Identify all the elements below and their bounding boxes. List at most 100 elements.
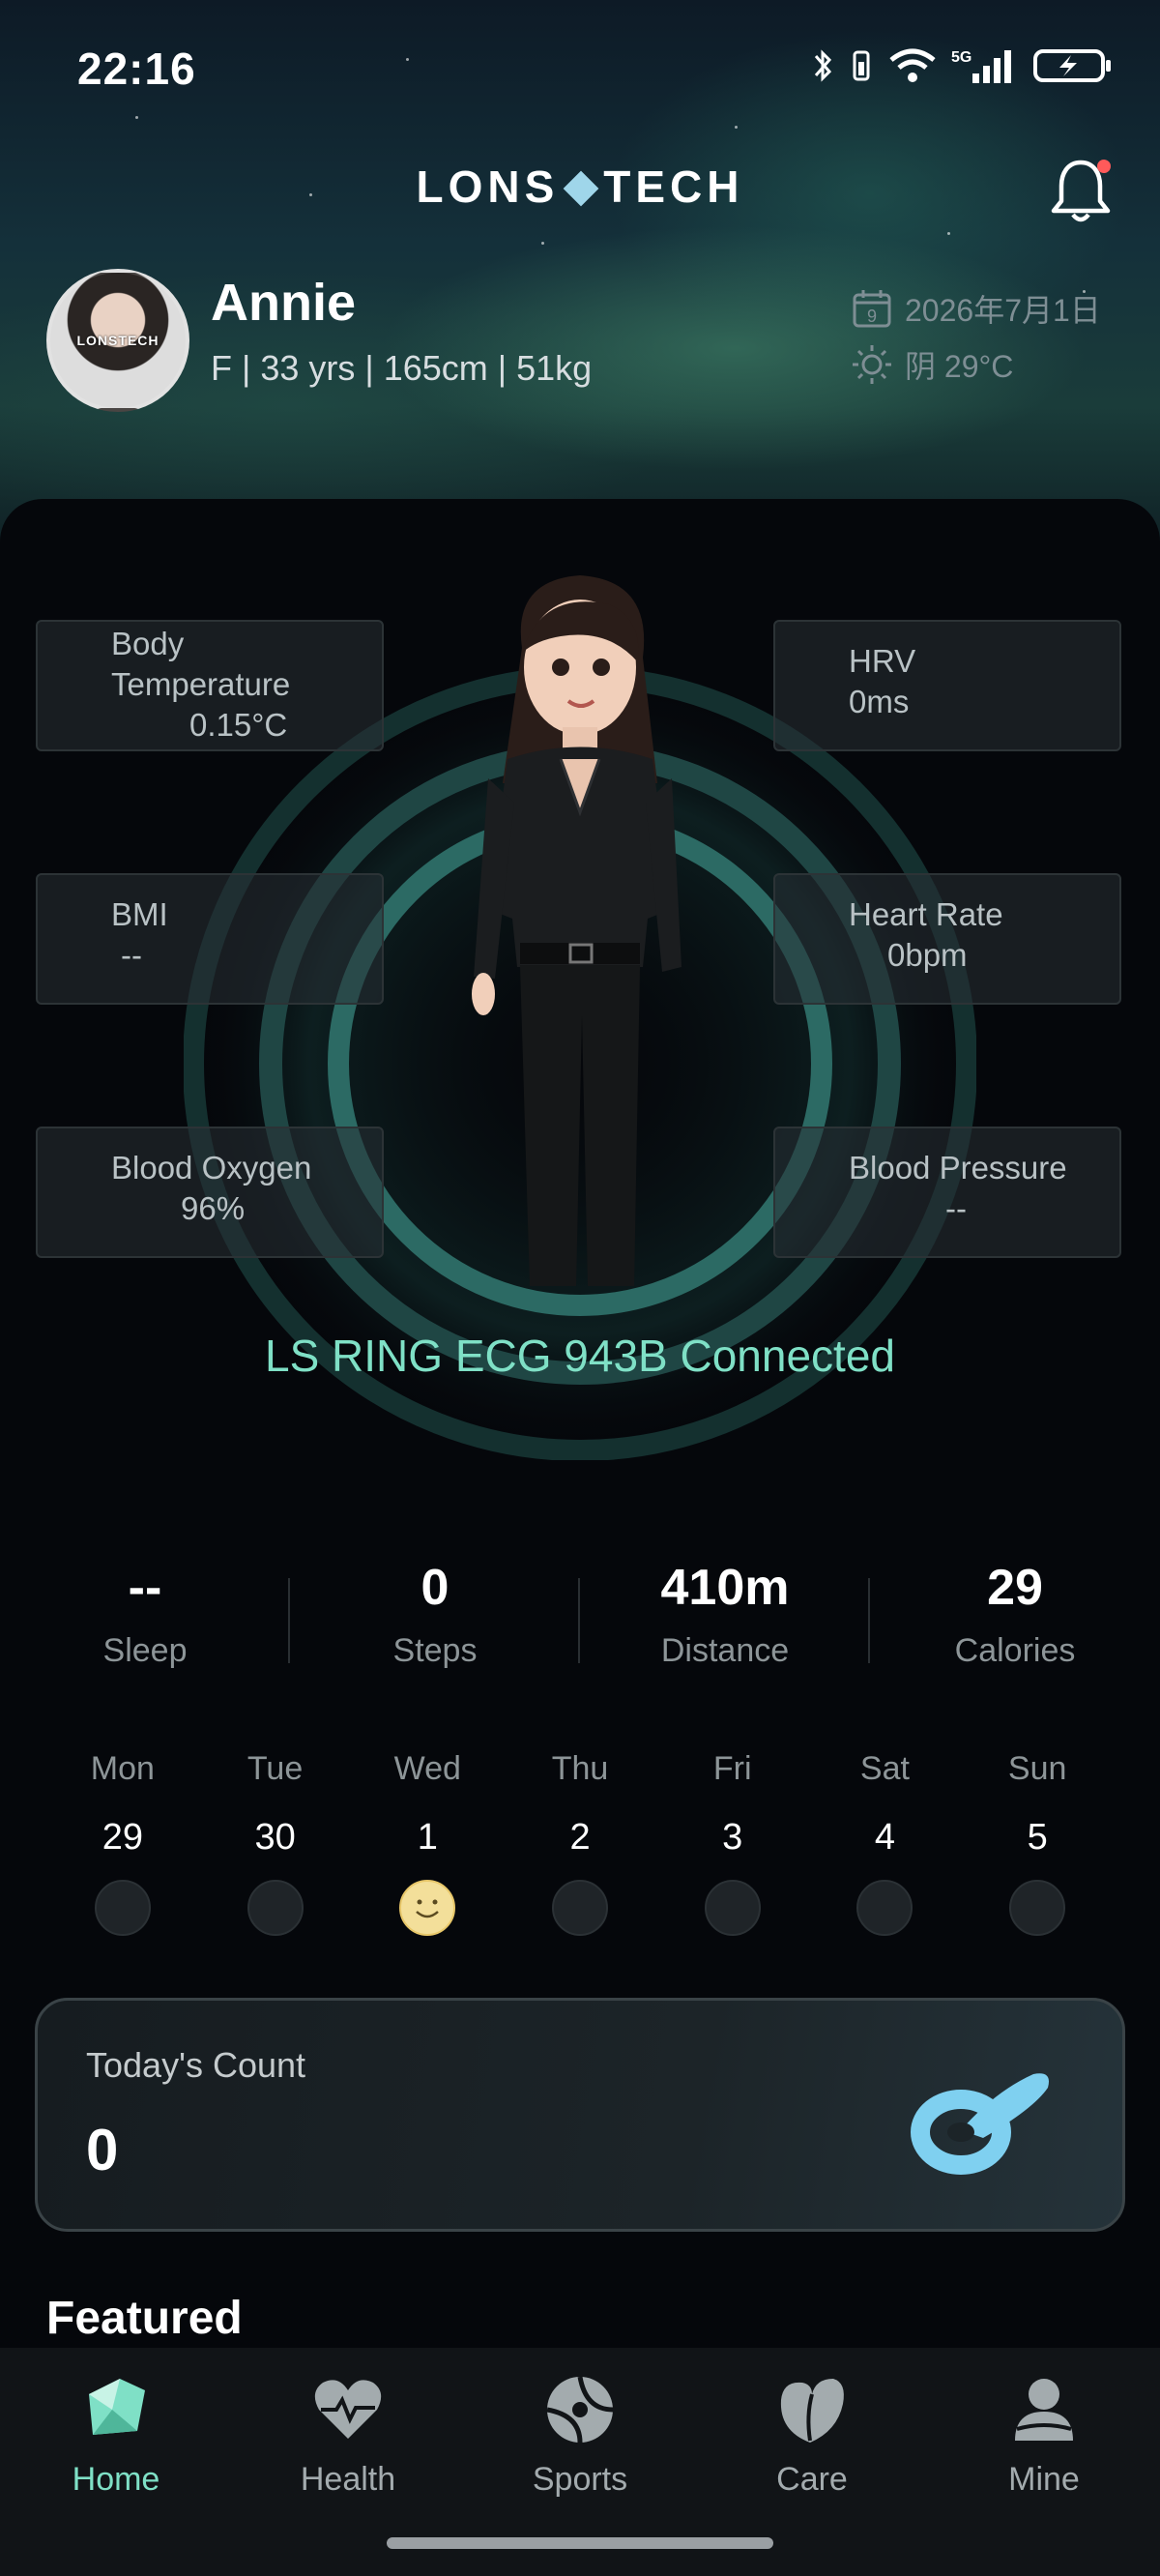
metric-value-body-temperature: 0.15°C	[189, 707, 288, 743]
stat-label: Calories	[954, 1632, 1076, 1669]
notification-button[interactable]	[1050, 155, 1112, 224]
day-status-dot	[704, 1880, 761, 1936]
sun-icon	[853, 345, 891, 384]
day-date: 4	[874, 1817, 896, 1858]
metric-label-heart-rate: Heart Rate	[849, 896, 1003, 932]
star	[406, 58, 409, 61]
user-info: F | 33 yrs | 165cm | 51kg	[211, 348, 593, 388]
day-name: Sun	[1007, 1750, 1067, 1787]
metric-value-heart-rate: 0bpm	[887, 937, 968, 973]
star	[135, 116, 138, 119]
featured-heading: Featured	[46, 2293, 243, 2344]
stat-label: Sleep	[102, 1632, 188, 1669]
avatar[interactable]: LONSTECH	[46, 269, 189, 412]
logo-text-right: TECH	[603, 161, 744, 212]
weather-row: 阴 29°C	[851, 342, 1013, 387]
tab-label: Sports	[532, 2461, 628, 2498]
day-status-dot	[856, 1880, 914, 1936]
metric-card-bmi[interactable]: BMI --	[36, 873, 384, 1005]
tab-mine[interactable]: Mine	[928, 2371, 1160, 2499]
ball-icon	[546, 2376, 614, 2444]
logo-diamond-icon	[563, 170, 599, 207]
vibrate-icon	[853, 50, 870, 81]
wifi-icon	[889, 48, 936, 82]
stat-value: 410m	[660, 1560, 790, 1616]
metric-value-hrv: 0ms	[849, 684, 910, 719]
day-date: 2	[569, 1817, 591, 1858]
tab-label: Mine	[1008, 2461, 1080, 2498]
svg-text:5G: 5G	[951, 49, 972, 66]
tab-label: Care	[776, 2461, 848, 2498]
day-fri[interactable]: Fri 3	[656, 1750, 809, 1936]
battery-charging-icon	[1033, 49, 1111, 82]
character-avatar-figure	[472, 575, 682, 1286]
todays-count-card[interactable]: Today's Count 0	[35, 1998, 1125, 2232]
weather-text: 阴 29°C	[905, 349, 1014, 384]
day-status-dot	[246, 1880, 304, 1936]
stat-distance[interactable]: 410m Distance	[580, 1559, 870, 1670]
day-name: Sat	[859, 1750, 910, 1787]
day-date: 3	[722, 1817, 743, 1858]
metric-card-blood-pressure[interactable]: Blood Pressure --	[773, 1127, 1121, 1258]
date-text: 2026年7月1日	[905, 293, 1101, 328]
avatar-label: LONSTECH	[76, 333, 160, 348]
day-sun[interactable]: Sun 5	[961, 1750, 1114, 1936]
notification-dot	[1097, 160, 1111, 173]
tab-care[interactable]: Care	[696, 2371, 928, 2499]
metric-card-heart-rate[interactable]: Heart Rate 0bpm	[773, 873, 1121, 1005]
home-gem-icon	[89, 2379, 145, 2435]
stat-label: Distance	[660, 1632, 790, 1669]
logo-text-left: LONS	[416, 161, 560, 212]
day-name: Wed	[393, 1750, 461, 1787]
status-time: 22:16	[77, 44, 196, 94]
day-name: Tue	[246, 1750, 304, 1787]
star	[735, 126, 738, 129]
day-sat[interactable]: Sat 4	[809, 1750, 962, 1936]
stat-value: 29	[987, 1560, 1043, 1616]
calendar-icon: 9	[853, 290, 891, 328]
day-date: 5	[1027, 1817, 1048, 1858]
day-status-dot	[94, 1880, 151, 1936]
day-thu[interactable]: Thu 2	[504, 1750, 656, 1936]
care-leaf-icon	[780, 2379, 844, 2443]
metric-label-bmi: BMI	[111, 896, 168, 932]
tab-health[interactable]: Health	[232, 2371, 464, 2499]
metric-value-blood-oxygen: 96%	[181, 1190, 246, 1226]
bell-icon	[1051, 160, 1111, 222]
metric-label-blood-pressure: Blood Pressure	[849, 1150, 1067, 1186]
day-date: 30	[254, 1817, 296, 1858]
week-calendar: Mon 29 Tue 30 Wed 1 Thu 2 Fri 3 Sat 4 Su…	[46, 1750, 1114, 1936]
metric-label-hrv: HRV	[849, 643, 916, 679]
tab-home[interactable]: Home	[0, 2371, 232, 2499]
metric-value-bmi: --	[121, 937, 142, 973]
ring-device-icon	[911, 2073, 1049, 2175]
home-indicator[interactable]	[387, 2537, 773, 2549]
day-status-dot	[552, 1880, 609, 1936]
daily-stats: -- Sleep 0 Steps 410m Distance 29 Calori…	[0, 1559, 1160, 1670]
metric-card-blood-oxygen[interactable]: Blood Oxygen 96%	[36, 1127, 384, 1258]
todays-count-title: Today's Count	[86, 2045, 306, 2085]
smiley-icon	[399, 1880, 456, 1936]
day-name: Fri	[712, 1750, 752, 1787]
day-date: 1	[417, 1817, 438, 1858]
metric-card-hrv[interactable]: HRV 0ms	[773, 620, 1121, 751]
tab-label: Health	[300, 2461, 396, 2498]
bluetooth-icon	[814, 49, 832, 82]
day-mon[interactable]: Mon 29	[46, 1750, 199, 1936]
day-name: Mon	[90, 1750, 155, 1787]
device-connection-status[interactable]: LS RING ECG 943B Connected	[0, 1330, 1160, 1382]
stat-value: --	[128, 1560, 162, 1616]
metric-card-body-temperature[interactable]: Body Temperature 0.15°C	[36, 620, 384, 751]
tab-sports[interactable]: Sports	[464, 2371, 696, 2499]
stat-value: 0	[420, 1560, 450, 1616]
stat-calories[interactable]: 29 Calories	[870, 1559, 1160, 1670]
calendar-icon-day: 9	[867, 307, 877, 326]
day-name: Thu	[551, 1750, 609, 1787]
stat-sleep[interactable]: -- Sleep	[0, 1559, 290, 1670]
day-date: 29	[102, 1817, 143, 1858]
status-icons: 5G	[812, 46, 1114, 85]
stat-steps[interactable]: 0 Steps	[290, 1559, 580, 1670]
day-tue[interactable]: Tue 30	[199, 1750, 352, 1936]
day-wed[interactable]: Wed 1	[351, 1750, 504, 1936]
metric-label-body-temperature-2: Temperature	[111, 666, 291, 702]
